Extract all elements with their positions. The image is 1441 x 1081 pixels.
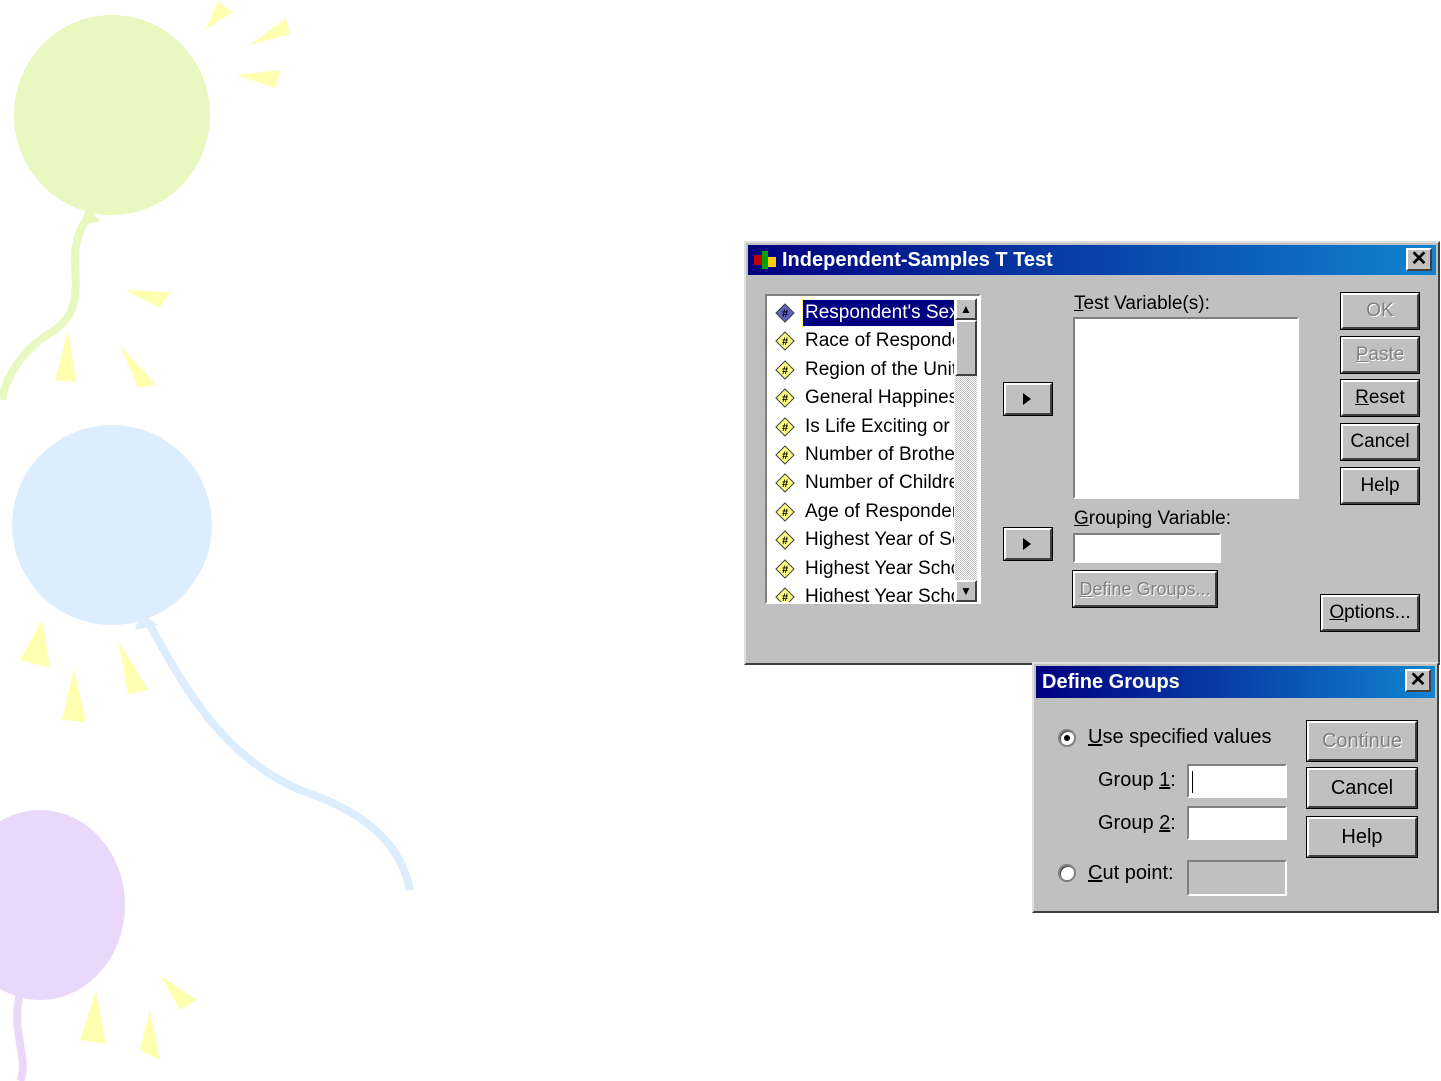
numeric-variable-icon: #: [775, 445, 795, 465]
ok-button[interactable]: OK: [1340, 292, 1420, 330]
define-groups-cancel-button[interactable]: Cancel: [1306, 767, 1418, 809]
define-groups-title: Define Groups: [1042, 671, 1180, 693]
svg-text:#: #: [782, 308, 788, 320]
numeric-variable-icon: #: [775, 388, 795, 408]
numeric-variable-icon: #: [775, 416, 795, 437]
cut-point-input[interactable]: [1187, 860, 1287, 896]
use-specified-values-label: Use specified values: [1088, 726, 1272, 748]
svg-text:#: #: [782, 507, 788, 519]
define-groups-button[interactable]: Define Groups...: [1072, 570, 1218, 608]
list-item[interactable]: # Number of Children: [773, 470, 954, 496]
close-icon: ✕: [1409, 669, 1427, 691]
cut-point-radio[interactable]: [1058, 864, 1076, 882]
variable-list-items: # Respondent's Sex # Race of Responde # Regio…: [769, 298, 954, 602]
dialog-title: Independent-Samples T Test: [782, 249, 1053, 271]
group-1-label: Group 1:: [1098, 769, 1176, 791]
variable-label: Respondent's Sex: [802, 299, 954, 327]
scroll-up-button[interactable]: ▲: [955, 298, 977, 320]
numeric-variable-icon: #: [775, 360, 795, 380]
list-item[interactable]: # Highest Year Schoo: [773, 584, 954, 602]
svg-text:#: #: [782, 422, 788, 434]
close-icon: ✕: [1410, 248, 1428, 270]
list-item[interactable]: # Highest Year Schoo: [773, 556, 954, 582]
group-1-input[interactable]: [1187, 764, 1287, 798]
right-arrow-icon: [1023, 538, 1031, 550]
define-groups-help-button[interactable]: Help: [1306, 816, 1418, 858]
variable-label: Race of Responde: [805, 330, 954, 352]
numeric-variable-icon: #: [775, 331, 795, 352]
continue-button[interactable]: Continue: [1306, 720, 1418, 762]
scroll-thumb[interactable]: [955, 320, 977, 376]
purple-balloon: [0, 810, 125, 1081]
list-item[interactable]: # Region of the Unite: [773, 357, 954, 383]
vertical-scrollbar[interactable]: ▲ ▼: [955, 298, 977, 602]
variable-label: Number of Children: [805, 472, 954, 494]
svg-text:#: #: [782, 535, 788, 547]
numeric-variable-icon: #: [775, 587, 795, 602]
scroll-down-icon: ▼: [960, 584, 972, 598]
cancel-button[interactable]: Cancel: [1340, 423, 1420, 461]
svg-text:#: #: [782, 365, 788, 377]
list-item[interactable]: # Number of Brothers: [773, 442, 954, 468]
balloon-decoration: [0, 2, 414, 1081]
scroll-up-icon: ▲: [960, 302, 972, 316]
variable-label: Highest Year of Scl: [805, 529, 954, 551]
spss-app-icon: [754, 251, 776, 269]
svg-text:#: #: [782, 564, 788, 576]
group-2-input[interactable]: [1187, 806, 1287, 840]
variable-label: Region of the Unite: [805, 358, 954, 380]
define-groups-title-bar[interactable]: Define Groups ✕: [1036, 666, 1435, 698]
help-button[interactable]: Help: [1340, 467, 1420, 505]
svg-text:#: #: [782, 478, 788, 490]
test-variables-list[interactable]: [1073, 317, 1299, 499]
variable-label: Age of Respondent: [805, 500, 954, 522]
define-groups-close-button[interactable]: ✕: [1405, 669, 1431, 692]
numeric-variable-icon: #: [775, 558, 795, 579]
numeric-variable-icon: #: [775, 502, 795, 522]
variable-label: General Happiness: [805, 387, 954, 409]
paste-button[interactable]: Paste: [1340, 336, 1420, 374]
move-to-test-variables-button[interactable]: [1003, 382, 1053, 416]
green-balloon: [0, 15, 210, 401]
variable-label: Is Life Exciting or D: [805, 415, 954, 437]
grouping-variable-label: Grouping Variable:: [1074, 508, 1232, 529]
numeric-variable-icon: #: [775, 473, 795, 494]
move-to-grouping-variable-button[interactable]: [1003, 527, 1053, 561]
list-item[interactable]: # Age of Respondent: [773, 499, 954, 525]
group-2-label: Group 2:: [1098, 812, 1176, 834]
list-item[interactable]: # Is Life Exciting or D: [773, 414, 954, 440]
right-arrow-icon: [1023, 393, 1031, 405]
test-variables-label: Test Variable(s):: [1074, 293, 1210, 314]
scroll-down-button[interactable]: ▼: [955, 580, 977, 602]
cut-point-label: Cut point:: [1088, 862, 1174, 884]
source-variable-list[interactable]: # Respondent's Sex # Race of Responde # Regio…: [765, 294, 981, 604]
svg-text:#: #: [782, 336, 788, 348]
list-item[interactable]: # Race of Responde: [773, 328, 954, 354]
variable-label: Highest Year Schoo: [805, 586, 954, 602]
grouping-variable-field[interactable]: [1073, 533, 1221, 563]
list-item[interactable]: # Respondent's Sex: [773, 299, 954, 327]
list-item[interactable]: # General Happiness: [773, 385, 954, 411]
numeric-variable-icon: #: [775, 530, 795, 550]
list-item[interactable]: # Highest Year of Scl: [773, 527, 954, 553]
svg-text:#: #: [782, 393, 788, 405]
options-button[interactable]: Options...: [1320, 594, 1420, 632]
variable-label: Number of Brothers: [805, 444, 954, 465]
variable-label: Highest Year Schoo: [805, 557, 954, 579]
close-button[interactable]: ✕: [1406, 248, 1432, 271]
svg-text:#: #: [782, 592, 788, 602]
text-cursor: [1192, 771, 1193, 793]
reset-button[interactable]: Reset: [1340, 379, 1420, 417]
svg-text:#: #: [782, 450, 788, 462]
numeric-variable-icon: #: [775, 303, 795, 323]
use-specified-values-radio[interactable]: [1058, 729, 1076, 747]
title-bar[interactable]: Independent-Samples T Test ✕: [748, 245, 1436, 275]
radio-dot: [1064, 735, 1070, 741]
